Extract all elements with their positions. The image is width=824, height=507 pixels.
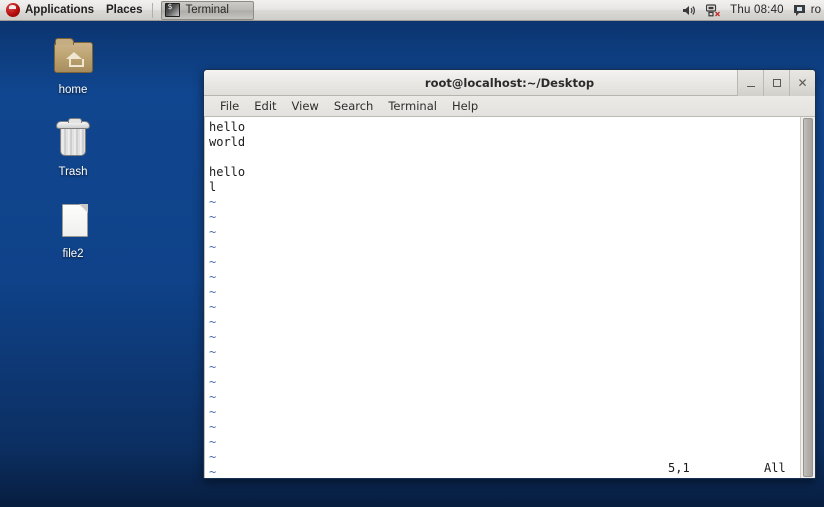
vim-scroll-percent: All xyxy=(764,461,786,475)
terminal-empty-line-marker: ~ xyxy=(209,210,217,224)
terminal-empty-line-marker: ~ xyxy=(209,255,217,269)
menu-search[interactable]: Search xyxy=(327,98,381,114)
panel-divider xyxy=(152,2,154,18)
vim-ruler-position: 5,1 xyxy=(668,461,690,475)
terminal-empty-line-marker: ~ xyxy=(209,375,217,389)
window-controls: ✕ xyxy=(737,70,815,96)
terminal-line: world xyxy=(209,135,246,149)
taskbar-item-label: Terminal xyxy=(185,4,229,16)
vertical-scrollbar[interactable] xyxy=(800,117,815,478)
terminal-empty-line-marker: ~ xyxy=(209,330,217,344)
desktop-icon-home[interactable]: home xyxy=(37,36,109,96)
menu-bar: File Edit View Search Terminal Help xyxy=(204,96,815,117)
terminal-screen[interactable]: hello world hello l ~ ~ ~ ~ ~ ~ ~ ~ ~ ~ ~ ~ ~ ~ ~ ~ ~ ~ ~ 5,1… xyxy=(205,117,800,478)
places-menu[interactable]: Places xyxy=(100,0,148,20)
close-icon: ✕ xyxy=(797,76,808,90)
menu-view[interactable]: View xyxy=(285,98,326,114)
terminal-empty-line-marker: ~ xyxy=(209,300,217,314)
vim-status-line: 5,1 All xyxy=(205,461,800,476)
terminal-window: root@localhost:~/Desktop ✕ File Edit Vie… xyxy=(203,69,816,479)
menu-help[interactable]: Help xyxy=(445,98,485,114)
window-title-bar[interactable]: root@localhost:~/Desktop ✕ xyxy=(204,70,815,96)
taskbar-item-terminal[interactable]: Terminal xyxy=(161,0,255,20)
terminal-empty-line-marker: ~ xyxy=(209,405,217,419)
maximize-icon xyxy=(772,79,781,87)
panel-left-section: Applications Places Terminal xyxy=(0,0,255,20)
menu-file[interactable]: File xyxy=(213,98,246,114)
desktop-icon-label: home xyxy=(58,84,88,96)
fedora-logo-icon xyxy=(6,3,20,17)
minimize-icon xyxy=(746,85,755,87)
terminal-empty-line-marker: ~ xyxy=(209,315,217,329)
desktop-icon-trash[interactable]: Trash xyxy=(37,118,109,178)
clock[interactable]: Thu 08:40 xyxy=(730,4,784,16)
terminal-empty-line-marker: ~ xyxy=(209,240,217,254)
terminal-empty-line-marker: ~ xyxy=(209,345,217,359)
menu-edit[interactable]: Edit xyxy=(247,98,283,114)
terminal-empty-line-marker: ~ xyxy=(209,435,217,449)
terminal-body: hello world hello l ~ ~ ~ ~ ~ ~ ~ ~ ~ ~ ~ ~ ~ ~ ~ ~ ~ ~ ~ 5,1… xyxy=(204,117,815,478)
places-menu-label: Places xyxy=(106,4,143,16)
terminal-icon xyxy=(165,2,181,17)
terminal-empty-line-marker: ~ xyxy=(209,270,217,284)
terminal-line: l xyxy=(209,180,217,194)
top-panel: Applications Places Terminal xyxy=(0,0,824,21)
system-tray: Thu 08:40 ro xyxy=(682,0,824,20)
user-messages-icon xyxy=(793,4,807,17)
desktop-icon-file2[interactable]: file2 xyxy=(37,200,109,260)
menu-terminal[interactable]: Terminal xyxy=(381,98,444,114)
minimize-button[interactable] xyxy=(737,70,763,96)
desktop-icon-label: Trash xyxy=(58,166,88,178)
home-folder-icon xyxy=(50,36,96,80)
terminal-text-content: hello world hello l ~ ~ ~ ~ ~ ~ ~ ~ ~ ~ ~ ~ ~ ~ ~ ~ ~ ~ ~ xyxy=(209,120,800,478)
close-button[interactable]: ✕ xyxy=(789,70,815,96)
user-menu-label: ro xyxy=(810,4,821,16)
document-file-icon xyxy=(50,200,96,244)
trash-can-icon xyxy=(50,118,96,162)
terminal-empty-line-marker: ~ xyxy=(209,420,217,434)
terminal-line: hello xyxy=(209,120,246,134)
terminal-empty-line-marker: ~ xyxy=(209,225,217,239)
applications-menu-label: Applications xyxy=(25,4,95,16)
speaker-volume-icon[interactable] xyxy=(682,4,697,17)
terminal-empty-line-marker: ~ xyxy=(209,285,217,299)
network-disconnected-icon[interactable] xyxy=(706,3,721,17)
terminal-line: hello xyxy=(209,165,246,179)
window-title: root@localhost:~/Desktop xyxy=(424,75,595,90)
user-menu[interactable]: ro xyxy=(793,4,821,17)
desktop-icon-label: file2 xyxy=(62,248,84,260)
terminal-empty-line-marker: ~ xyxy=(209,195,217,209)
maximize-button[interactable] xyxy=(763,70,789,96)
terminal-empty-line-marker: ~ xyxy=(209,390,217,404)
scrollbar-thumb[interactable] xyxy=(803,118,813,477)
applications-menu[interactable]: Applications xyxy=(0,0,100,20)
terminal-empty-line-marker: ~ xyxy=(209,360,217,374)
